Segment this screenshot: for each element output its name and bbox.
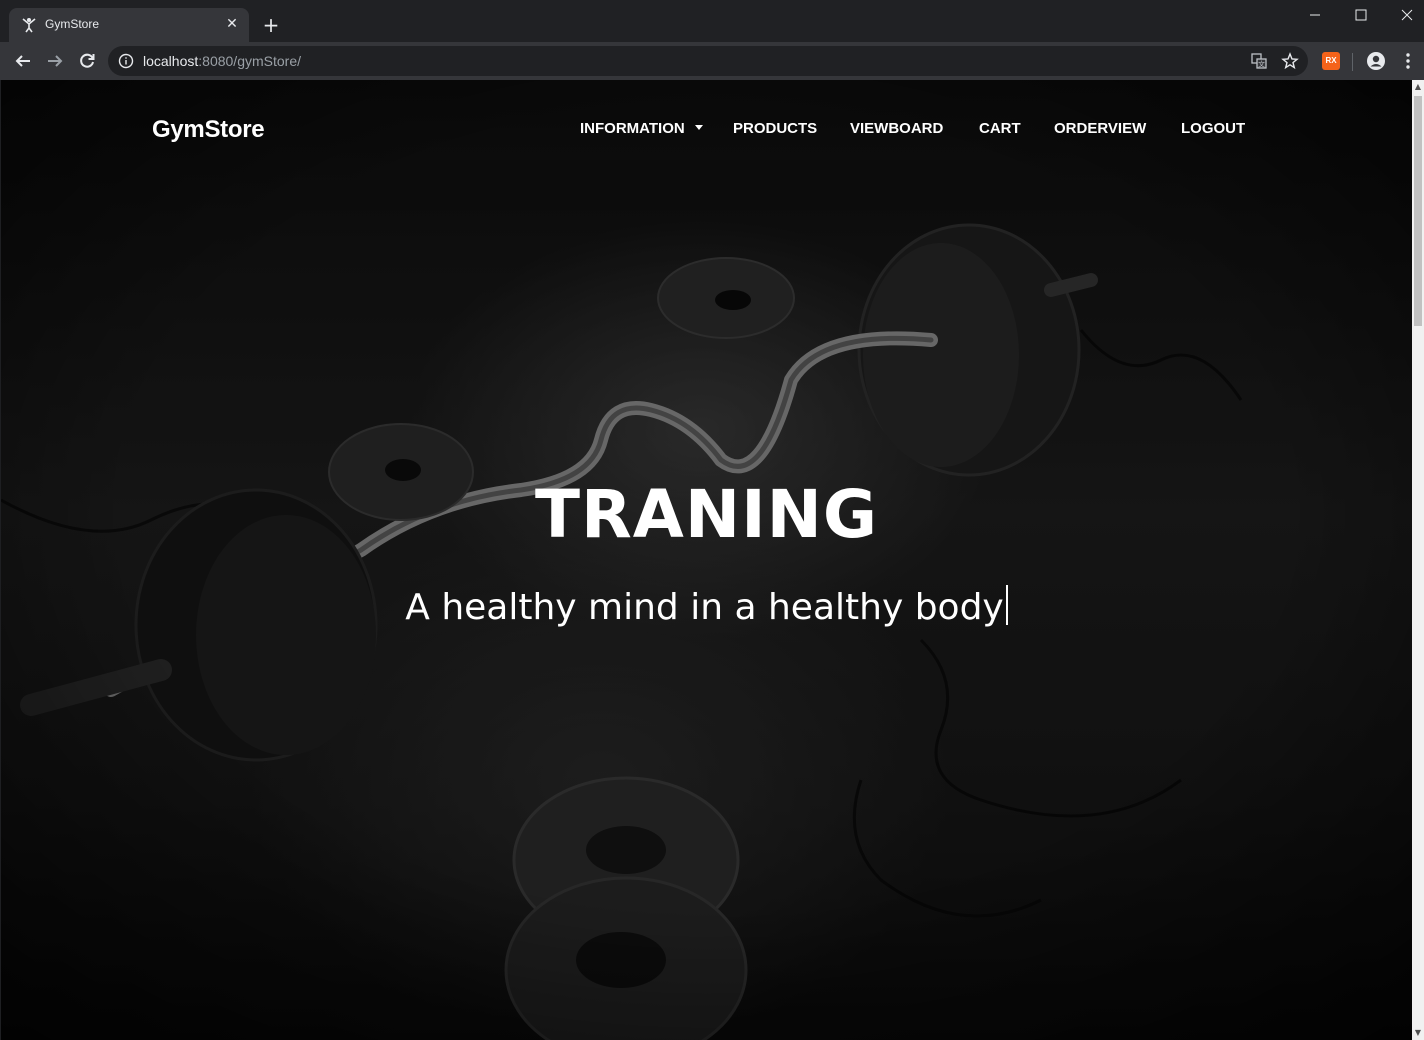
translate-icon[interactable]: 文 bbox=[1250, 52, 1268, 70]
browser-menu-icon[interactable] bbox=[1400, 51, 1416, 71]
url-text[interactable]: localhost:8080/gymStore/ bbox=[143, 53, 301, 69]
nav-cart[interactable]: CART bbox=[979, 120, 1021, 137]
minimize-icon[interactable] bbox=[1292, 0, 1338, 30]
scroll-down-arrow-icon[interactable]: ▼ bbox=[1412, 1026, 1424, 1040]
nav-information-label: INFORMATION bbox=[580, 120, 685, 137]
hero-title: TRANING bbox=[534, 476, 879, 553]
svg-text:文: 文 bbox=[1258, 60, 1265, 69]
extension-icon[interactable]: RX bbox=[1322, 52, 1340, 70]
hero-subtitle-wrap: A healthy mind in a healthy body bbox=[1, 585, 1412, 628]
scrollbar-thumb[interactable] bbox=[1414, 96, 1422, 326]
page-viewport: GymStore INFORMATION PRODUCTS VIEWBOARD … bbox=[1, 80, 1412, 1040]
maximize-icon[interactable] bbox=[1338, 0, 1384, 30]
page-scrollbar[interactable]: ▲ ▼ bbox=[1412, 80, 1424, 1040]
new-tab-icon[interactable]: + bbox=[260, 14, 282, 36]
brand-logo[interactable]: GymStore bbox=[152, 116, 265, 144]
browser-toolbar: localhost:8080/gymStore/ 文 RX bbox=[0, 42, 1424, 80]
dropdown-caret-icon bbox=[694, 125, 703, 130]
profile-icon[interactable] bbox=[1366, 51, 1386, 71]
hero-background-image bbox=[1, 80, 1412, 1040]
back-arrow-icon[interactable] bbox=[12, 50, 34, 72]
url-path: :8080/gymStore/ bbox=[198, 53, 301, 69]
nav-viewboard[interactable]: VIEWBOARD bbox=[850, 120, 943, 137]
typing-cursor bbox=[1005, 585, 1008, 625]
bookmark-star-icon[interactable] bbox=[1281, 52, 1299, 70]
browser-tab[interactable]: GymStore ✕ bbox=[9, 8, 249, 42]
address-bar[interactable]: localhost:8080/gymStore/ 文 bbox=[108, 46, 1308, 76]
hero-subtitle: A healthy mind in a healthy body bbox=[405, 587, 1004, 628]
scroll-up-arrow-icon[interactable]: ▲ bbox=[1412, 80, 1424, 94]
browser-titlebar: GymStore ✕ + bbox=[0, 0, 1424, 42]
nav-orderview[interactable]: ORDERVIEW bbox=[1054, 120, 1146, 137]
tab-title: GymStore bbox=[45, 17, 100, 31]
url-host: localhost bbox=[143, 53, 199, 69]
toolbar-divider bbox=[1352, 53, 1353, 71]
gym-favicon-icon bbox=[22, 18, 36, 33]
nav-products[interactable]: PRODUCTS bbox=[733, 120, 817, 137]
nav-logout[interactable]: LOGOUT bbox=[1181, 120, 1245, 137]
nav-information[interactable]: INFORMATION bbox=[580, 120, 703, 137]
reload-icon[interactable] bbox=[76, 50, 98, 72]
forward-arrow-icon[interactable] bbox=[44, 50, 66, 72]
window-close-icon[interactable] bbox=[1384, 0, 1424, 30]
tab-close-icon[interactable]: ✕ bbox=[223, 15, 241, 33]
site-info-icon[interactable] bbox=[118, 53, 134, 69]
